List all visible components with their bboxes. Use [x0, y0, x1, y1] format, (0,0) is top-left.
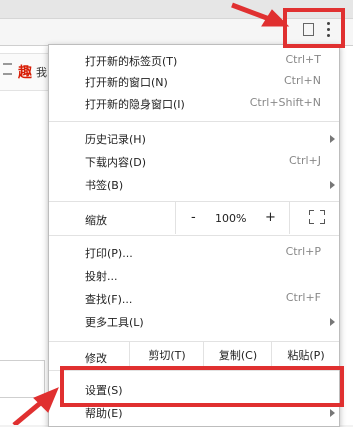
menu-item-label: 下载内容(D) — [85, 156, 147, 169]
zoom-label: 缩放 — [85, 214, 107, 227]
menu-item-label: 更多工具(L) — [85, 316, 144, 329]
menu-item-shortcut: Ctrl+J — [288, 154, 321, 167]
edit-label: 修改 — [85, 352, 107, 365]
menu-item-label: 书签(B) — [85, 179, 124, 192]
site-logo: 趣 — [18, 65, 32, 81]
menu-item-label: 打开新的窗口(N) — [85, 76, 168, 89]
menu-item-label: 帮助(E) — [85, 407, 123, 420]
submenu-arrow-icon — [330, 409, 335, 417]
site-text-fragment: 我 — [36, 66, 47, 79]
menu-item-label: 历史记录(H) — [85, 133, 146, 146]
zoom-row: 缩放 - 100% + — [49, 202, 339, 234]
fullscreen-icon[interactable] — [309, 210, 325, 224]
menu-separator — [49, 235, 339, 236]
menu-item-shortcut: Ctrl+Shift+N — [249, 96, 321, 109]
menu-item-label: 投射... — [85, 270, 118, 283]
submenu-arrow-icon — [330, 181, 335, 189]
menu-item-label: 打开新的隐身窗口(I) — [85, 98, 185, 111]
menu-item-bookmarks[interactable]: 书签(B) — [49, 174, 339, 195]
zoom-level: 100% — [215, 212, 247, 225]
menu-item-label: 打印(P)... — [85, 247, 133, 260]
submenu-arrow-icon — [330, 318, 335, 326]
menu-separator — [49, 121, 339, 122]
menu-item-new-tab[interactable]: 打开新的标签页(T) Ctrl+T — [49, 50, 339, 71]
page-box — [0, 360, 45, 398]
menu-item-label: 打开新的标签页(T) — [85, 55, 178, 68]
page-menu-icon[interactable] — [3, 63, 12, 75]
menu-item-shortcut: Ctrl+T — [285, 53, 321, 66]
menu-item-more-tools[interactable]: 更多工具(L) — [49, 311, 339, 332]
menu-item-history[interactable]: 历史记录(H) — [49, 128, 339, 149]
highlight-box-menu-button — [283, 8, 345, 48]
zoom-in-button[interactable]: + — [265, 210, 276, 225]
menu-item-shortcut: Ctrl+F — [285, 291, 321, 304]
menu-item-new-window[interactable]: 打开新的窗口(N) Ctrl+N — [49, 71, 339, 92]
menu-item-find[interactable]: 查找(F)... Ctrl+F — [49, 288, 339, 309]
menu-item-print[interactable]: 打印(P)... Ctrl+P — [49, 242, 339, 263]
menu-item-label: 查找(F)... — [85, 293, 133, 306]
menu-item-shortcut: Ctrl+P — [285, 245, 321, 258]
highlight-box-settings — [60, 366, 344, 407]
menu-item-cast[interactable]: 投射... — [49, 265, 339, 286]
menu-item-new-incognito[interactable]: 打开新的隐身窗口(I) Ctrl+Shift+N — [49, 93, 339, 114]
zoom-out-button[interactable]: - — [191, 210, 196, 225]
submenu-arrow-icon — [330, 135, 335, 143]
menu-item-downloads[interactable]: 下载内容(D) Ctrl+J — [49, 151, 339, 172]
menu-item-shortcut: Ctrl+N — [283, 74, 321, 87]
